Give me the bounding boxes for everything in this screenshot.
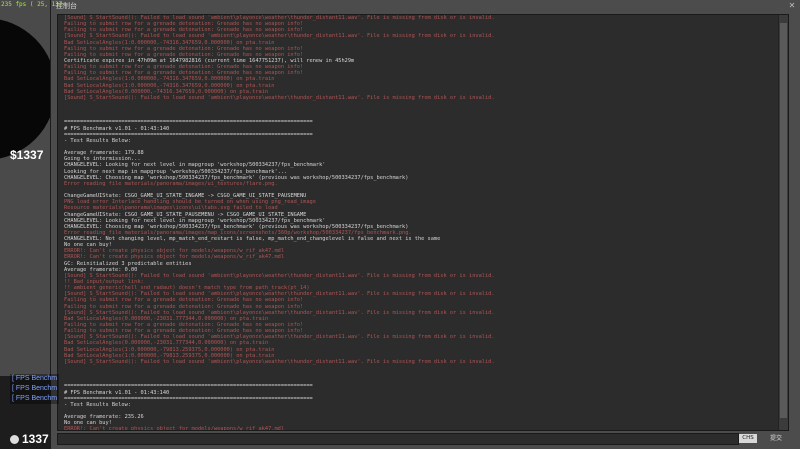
killfeed: [ FPS Benchm [ FPS Benchm [ FPS Benchm — [10, 374, 60, 404]
ime-indicator[interactable]: CHS — [739, 434, 757, 443]
input-row: CHS 提交 — [57, 433, 794, 445]
log-line: ERROR!: Can't create physics object for … — [64, 426, 285, 431]
console-output: [Sound] S_StartSound(): Failed to load s… — [57, 14, 789, 431]
killfeed-item: [ FPS Benchm — [10, 394, 60, 404]
killfeed-item: [ FPS Benchm — [10, 374, 60, 384]
command-input[interactable] — [57, 433, 739, 445]
title-bar[interactable]: 控制台 ✕ — [51, 0, 800, 14]
bottom-money-value: 1337 — [22, 432, 49, 446]
killfeed-item: [ FPS Benchm — [10, 384, 60, 394]
console-window: 控制台 ✕ [Sound] S_StartSound(): Failed to … — [50, 0, 800, 449]
scrollbar[interactable] — [778, 15, 788, 430]
fps-counter: 235 fps ( 25, 137 — [1, 1, 63, 8]
gear-icon — [10, 434, 19, 444]
submit-button[interactable]: 提交 — [759, 433, 793, 444]
bottom-money: 1337 — [10, 432, 49, 446]
close-button[interactable]: ✕ — [787, 1, 797, 11]
scope-shadow — [0, 18, 56, 160]
scroll-thumb[interactable] — [780, 23, 787, 418]
money-display: $1337 — [10, 148, 44, 162]
log-list: [Sound] S_StartSound(): Failed to load s… — [58, 15, 788, 431]
